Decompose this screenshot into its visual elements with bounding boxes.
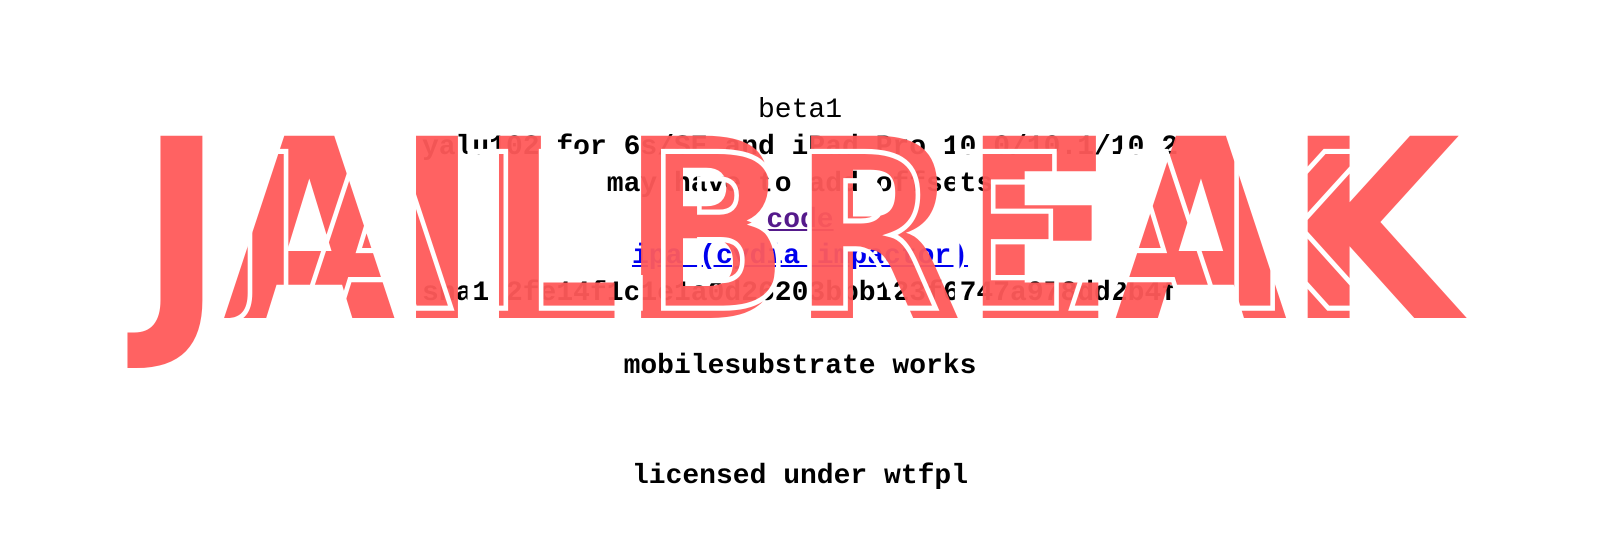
substrate-note: mobilesubstrate works bbox=[623, 351, 977, 382]
ipa-link[interactable]: ipa (cydia impactor) bbox=[632, 241, 968, 272]
headline: yalu102 for 6s/SE and iPad Pro 10.0/10.1… bbox=[421, 132, 1179, 163]
code-link-row: code bbox=[0, 204, 1600, 238]
sha1-hash: sha1 2fe14f1c1e1a0d26203bbb123f6747a978d… bbox=[421, 278, 1179, 309]
code-link[interactable]: code bbox=[766, 205, 833, 236]
page: beta1 yalu102 for 6s/SE and iPad Pro 10.… bbox=[0, 0, 1600, 549]
license-note: licensed under wtfpl bbox=[631, 461, 969, 492]
ipa-link-row: ipa (cydia impactor) bbox=[0, 240, 1600, 274]
version-label: beta1 bbox=[757, 95, 842, 126]
offsets-note: may have to add offsets bbox=[606, 169, 994, 200]
